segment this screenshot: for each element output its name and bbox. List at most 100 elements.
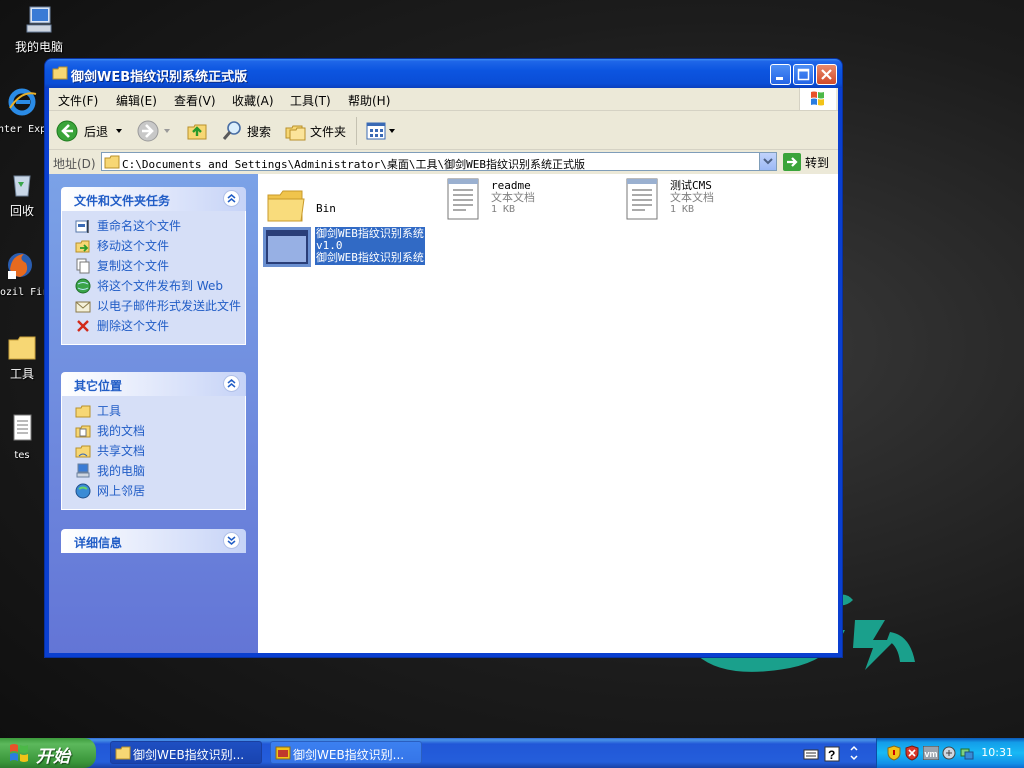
globe-icon bbox=[75, 278, 91, 294]
file-item-exe-selected[interactable]: 御剑WEB指纹识别系统 v1.0 御剑WEB指纹识别系统 bbox=[263, 227, 438, 269]
chevron-down-icon bbox=[763, 158, 773, 165]
folders-button[interactable]: 文件夹 bbox=[284, 120, 346, 142]
firefox-icon bbox=[8, 253, 32, 279]
collapse-button[interactable] bbox=[223, 375, 240, 392]
task-move[interactable]: 移动这个文件 bbox=[62, 238, 245, 258]
place-shared-documents[interactable]: 共享文档 bbox=[62, 443, 245, 463]
desktop-icon-test-file[interactable]: tes bbox=[0, 412, 48, 462]
chevron-up-icon bbox=[227, 194, 236, 203]
search-button[interactable]: 搜索 bbox=[221, 120, 271, 142]
minimize-button[interactable] bbox=[770, 64, 791, 85]
go-arrow-icon bbox=[783, 153, 801, 171]
place-my-computer[interactable]: 我的电脑 bbox=[62, 463, 245, 483]
menu-help[interactable]: 帮助(H) bbox=[348, 92, 390, 109]
task-label: 以电子邮件形式发送此文件 bbox=[97, 299, 242, 313]
other-places-header[interactable]: 其它位置 bbox=[61, 372, 246, 396]
alert-shield-icon[interactable] bbox=[905, 745, 919, 761]
windows-flag-icon bbox=[10, 744, 28, 762]
up-folder-button[interactable] bbox=[186, 120, 208, 142]
keyboard-icon[interactable] bbox=[803, 746, 819, 762]
close-button[interactable] bbox=[816, 64, 837, 85]
panel-title: 文件和文件夹任务 bbox=[74, 194, 171, 208]
file-item-readme[interactable]: readme 文本文档 1 KB bbox=[446, 177, 606, 227]
toolbar: 后退 搜索 文件夹 bbox=[49, 111, 838, 150]
chevron-down-icon[interactable] bbox=[112, 126, 126, 136]
text-file-icon bbox=[447, 178, 479, 220]
copy-icon bbox=[76, 258, 90, 274]
task-copy[interactable]: 复制这个文件 bbox=[62, 258, 245, 278]
address-label: 地址(D) bbox=[53, 157, 96, 171]
close-icon bbox=[821, 69, 832, 80]
desktop-icon-tools-folder[interactable]: 工具 bbox=[0, 331, 48, 381]
file-tasks-header[interactable]: 文件和文件夹任务 bbox=[61, 187, 246, 211]
volume-icon[interactable] bbox=[941, 745, 957, 761]
menu-file[interactable]: 文件(F) bbox=[58, 92, 98, 109]
help-icon[interactable]: ? bbox=[824, 746, 840, 762]
chevron-up-icon bbox=[227, 379, 236, 388]
menu-bar: 文件(F) 编辑(E) 查看(V) 收藏(A) 工具(T) 帮助(H) bbox=[49, 88, 838, 111]
address-dropdown-button[interactable] bbox=[759, 153, 776, 170]
place-label: 工具 bbox=[97, 404, 122, 418]
start-label: 开始 bbox=[36, 747, 70, 767]
menu-edit[interactable]: 编辑(E) bbox=[116, 92, 157, 109]
file-item-bin[interactable]: Bin bbox=[266, 181, 426, 231]
forward-button[interactable] bbox=[137, 120, 173, 142]
taskbar: 开始 御剑WEB指纹识别... 御剑WEB指纹识别... ? vm 10:31 bbox=[0, 738, 1024, 768]
desktop-icon-firefox[interactable]: Mozil Fire bbox=[0, 249, 46, 299]
chevron-updown-icon[interactable] bbox=[848, 744, 860, 762]
application-icon bbox=[275, 746, 291, 760]
task-email[interactable]: 以电子邮件形式发送此文件 bbox=[62, 298, 245, 318]
place-network[interactable]: 网上邻居 bbox=[62, 483, 245, 503]
clock[interactable]: 10:31 bbox=[981, 746, 1013, 759]
views-button[interactable] bbox=[365, 120, 397, 142]
go-label: 转到 bbox=[805, 155, 830, 170]
address-field[interactable]: C:\Documents and Settings\Administrator\… bbox=[101, 152, 777, 171]
network-status-icon[interactable] bbox=[959, 745, 975, 761]
task-delete[interactable]: 删除这个文件 bbox=[62, 318, 245, 338]
taskbar-button-explorer[interactable]: 御剑WEB指纹识别... bbox=[110, 741, 262, 764]
start-button[interactable]: 开始 bbox=[0, 738, 96, 768]
vm-icon[interactable]: vm bbox=[923, 746, 939, 760]
application-window-icon bbox=[263, 227, 311, 267]
place-label: 我的电脑 bbox=[97, 464, 146, 478]
place-my-documents[interactable]: 我的文档 bbox=[62, 423, 245, 443]
other-places-panel: 其它位置 工具 我的文档 共享文档 我的电脑 网上邻居 bbox=[61, 372, 246, 510]
desktop-icon-my-computer[interactable]: 我的电脑 bbox=[1, 4, 77, 54]
chevron-down-icon[interactable] bbox=[161, 126, 173, 136]
address-path: C:\Documents and Settings\Administrator\… bbox=[122, 158, 586, 171]
address-bar: 地址(D) C:\Documents and Settings\Administ… bbox=[49, 150, 838, 174]
file-item-test-cms[interactable]: 测试CMS 文本文档 1 KB bbox=[625, 177, 785, 227]
menu-view[interactable]: 查看(V) bbox=[174, 92, 216, 109]
desktop-icon-recycle-bin[interactable]: 回收 bbox=[0, 168, 48, 218]
go-button[interactable]: 转到 bbox=[783, 153, 829, 171]
windows-flag-icon bbox=[811, 91, 824, 106]
taskbar-button-label: 御剑WEB指纹识别... bbox=[133, 748, 245, 762]
back-arrow-icon bbox=[56, 120, 78, 142]
place-label: 网上邻居 bbox=[97, 484, 146, 498]
menu-tools[interactable]: 工具(T) bbox=[290, 92, 331, 109]
task-rename[interactable]: 重命名这个文件 bbox=[62, 218, 245, 238]
taskbar-button-app[interactable]: 御剑WEB指纹识别... bbox=[270, 741, 422, 764]
expand-button[interactable] bbox=[223, 532, 240, 549]
task-label: 复制这个文件 bbox=[97, 259, 170, 273]
security-shield-icon[interactable] bbox=[887, 745, 901, 761]
back-button[interactable]: 后退 bbox=[56, 120, 126, 142]
file-name: Bin bbox=[316, 202, 336, 215]
menu-favorites[interactable]: 收藏(A) bbox=[232, 92, 274, 109]
my-documents-icon bbox=[75, 425, 91, 438]
file-size: 1 KB bbox=[670, 204, 695, 215]
title-bar[interactable]: 御剑WEB指纹识别系统正式版 bbox=[45, 59, 842, 88]
place-tools[interactable]: 工具 bbox=[62, 403, 245, 423]
file-tasks-list: 重命名这个文件 移动这个文件 复制这个文件 将这个文件发布到 Web 以电子邮件… bbox=[61, 211, 246, 345]
toolbar-separator bbox=[356, 117, 357, 145]
details-header[interactable]: 详细信息 bbox=[61, 529, 246, 553]
file-size: 1 KB bbox=[491, 204, 516, 215]
shared-folder-icon bbox=[75, 445, 91, 458]
task-publish-web[interactable]: 将这个文件发布到 Web bbox=[62, 278, 245, 298]
file-type: 文本文档 bbox=[670, 191, 714, 204]
maximize-button[interactable] bbox=[793, 64, 814, 85]
task-pane: 文件和文件夹任务 重命名这个文件 移动这个文件 复制这个文件 将这个文件发布到 … bbox=[49, 174, 258, 653]
svg-text:vm: vm bbox=[925, 749, 938, 759]
collapse-button[interactable] bbox=[223, 190, 240, 207]
folders-icon bbox=[285, 125, 306, 141]
